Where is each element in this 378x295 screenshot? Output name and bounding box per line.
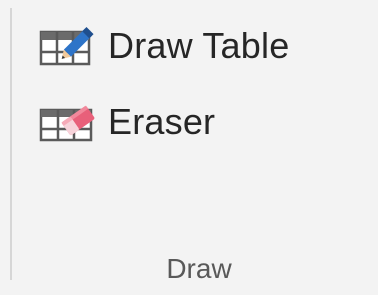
eraser-button[interactable]: Eraser	[38, 99, 215, 145]
eraser-icon	[38, 99, 108, 145]
draw-table-label: Draw Table	[108, 25, 290, 66]
draw-table-button[interactable]: Draw Table	[38, 23, 289, 69]
eraser-label: Eraser	[108, 101, 216, 142]
group-label: Draw	[166, 253, 232, 284]
ribbon-group-draw: Draw Table Eraser Draw	[0, 0, 378, 295]
draw-table-icon	[38, 23, 108, 69]
group-divider	[10, 8, 12, 280]
